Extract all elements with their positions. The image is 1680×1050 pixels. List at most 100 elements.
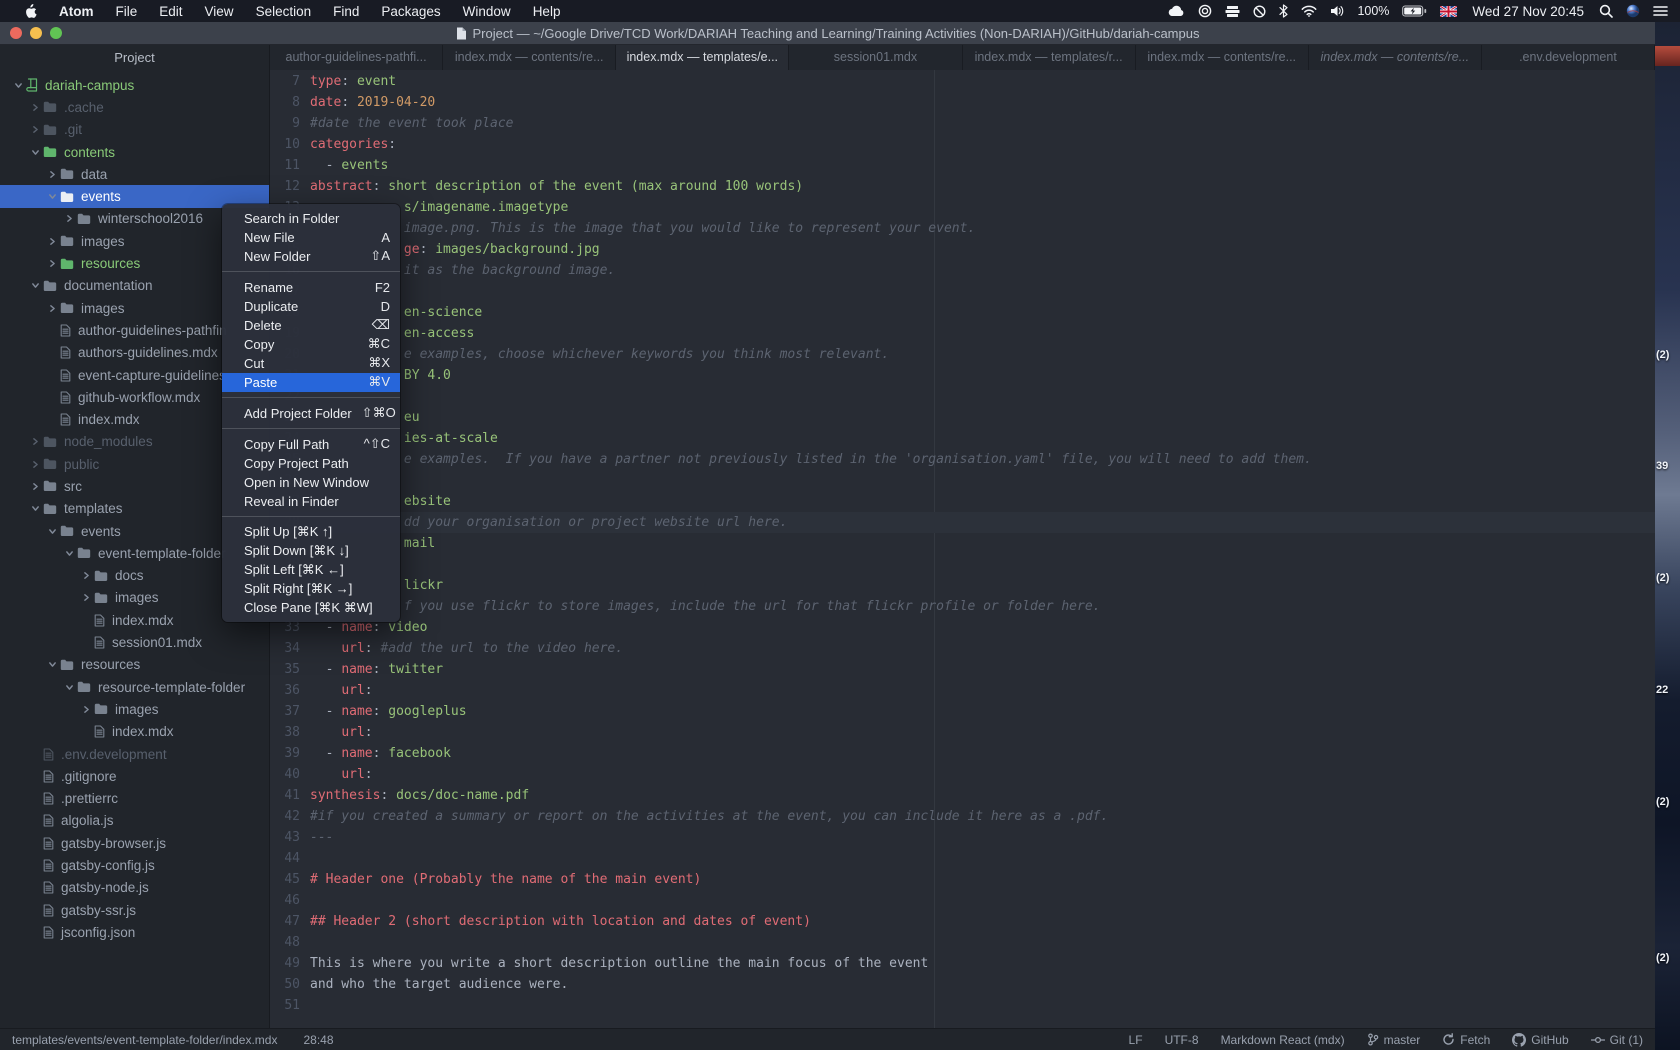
code-line-29[interactable]: 29 mail xyxy=(270,533,1655,554)
context-menu-item-cut[interactable]: Cut⌘X xyxy=(222,354,400,373)
text-editor[interactable]: 7type: event8date: 2019-04-209#date the … xyxy=(270,70,1655,1028)
slash-circle-icon[interactable] xyxy=(1253,5,1266,18)
status-item-fetch[interactable]: Fetch xyxy=(1442,1033,1490,1047)
tree-item-resource-template-folder[interactable]: resource-template-folder xyxy=(0,676,269,698)
desktop-icon-label[interactable]: (2) xyxy=(1656,572,1669,584)
editor-tab[interactable]: session01.mdx xyxy=(789,44,962,70)
window-title-bar[interactable]: Project — ~/Google Drive/TCD Work/DARIAH… xyxy=(0,22,1655,45)
menu-bar-clock[interactable]: Wed 27 Nov 20:45 xyxy=(1472,4,1584,19)
menu-bar-item-help[interactable]: Help xyxy=(533,4,561,19)
editor-tab[interactable]: index.mdx — templates/e... xyxy=(616,44,789,70)
code-line-33[interactable]: 33 - name: video xyxy=(270,617,1655,638)
chevron-down-icon[interactable] xyxy=(44,660,60,669)
close-window-button[interactable] xyxy=(10,27,22,39)
editor-tab[interactable]: index.mdx — contents/re... xyxy=(1309,44,1482,70)
status-item-github[interactable]: GitHub xyxy=(1512,1033,1568,1047)
tree-item-.cache[interactable]: .cache xyxy=(0,96,269,118)
tree-item-contents[interactable]: contents xyxy=(0,141,269,163)
notification-list-icon[interactable] xyxy=(1653,5,1668,17)
tree-item-images[interactable]: images xyxy=(0,698,269,720)
code-line-34[interactable]: 34 url: #add the url to the video here. xyxy=(270,638,1655,659)
code-line-18[interactable]: 18 en-science xyxy=(270,302,1655,323)
context-menu-item-split-right-k[interactable]: Split Right [⌘K →] xyxy=(222,580,400,599)
context-menu-item-split-left-k[interactable]: Split Left [⌘K ←] xyxy=(222,561,400,580)
tree-item-gatsby-node.js[interactable]: gatsby-node.js xyxy=(0,877,269,899)
chevron-down-icon[interactable] xyxy=(61,683,77,692)
desktop-icon-label[interactable]: (2) xyxy=(1656,952,1669,964)
editor-tab[interactable]: index.mdx — contents/re... xyxy=(1136,44,1309,70)
code-line-48[interactable]: 48 xyxy=(270,932,1655,953)
editor-tab[interactable]: author-guidelines-pathfi... xyxy=(270,44,443,70)
code-line-26[interactable]: 26 xyxy=(270,470,1655,491)
desktop-icon-label[interactable]: (2) xyxy=(1656,349,1669,361)
code-line-46[interactable]: 46 xyxy=(270,890,1655,911)
chevron-down-icon[interactable] xyxy=(10,81,26,90)
chevron-down-icon[interactable] xyxy=(27,504,43,513)
code-line-25[interactable]: 25 e examples. If you have a partner not… xyxy=(270,449,1655,470)
tree-item-gatsby-browser.js[interactable]: gatsby-browser.js xyxy=(0,832,269,854)
chevron-down-icon[interactable] xyxy=(44,192,60,201)
chevron-right-icon[interactable] xyxy=(27,103,43,112)
code-line-9[interactable]: 9#date the event took place xyxy=(270,113,1655,134)
context-menu-item-copy[interactable]: Copy⌘C xyxy=(222,335,400,354)
chevron-right-icon[interactable] xyxy=(44,304,60,313)
menu-bar-item-packages[interactable]: Packages xyxy=(381,4,440,19)
stack-icon[interactable] xyxy=(1225,5,1240,18)
code-line-27[interactable]: 27 ebsite xyxy=(270,491,1655,512)
tree-item-data[interactable]: data xyxy=(0,163,269,185)
code-line-43[interactable]: 43--- xyxy=(270,827,1655,848)
menu-bar-item-view[interactable]: View xyxy=(205,4,234,19)
code-line-14[interactable]: 14 image.png. This is the image that you… xyxy=(270,218,1655,239)
chevron-right-icon[interactable] xyxy=(44,237,60,246)
tree-item-.env.development[interactable]: .env.development xyxy=(0,743,269,765)
menu-bar-item-file[interactable]: File xyxy=(116,4,138,19)
chevron-down-icon[interactable] xyxy=(44,527,60,536)
spotlight-icon[interactable] xyxy=(1599,4,1613,18)
keyboard-flag-icon[interactable] xyxy=(1440,6,1457,17)
context-menu-item-delete[interactable]: Delete⌫ xyxy=(222,316,400,335)
code-line-28[interactable]: 28 dd your organisation or project websi… xyxy=(270,512,1655,533)
code-line-19[interactable]: 19 en-access xyxy=(270,323,1655,344)
context-menu-item-add-project-folder[interactable]: Add Project Folder⇧⌘O xyxy=(222,404,400,423)
status-item-git-1[interactable]: Git (1) xyxy=(1591,1033,1643,1047)
context-menu-item-split-down-k[interactable]: Split Down [⌘K ↓] xyxy=(222,542,400,561)
code-line-30[interactable]: 30 xyxy=(270,554,1655,575)
chevron-right-icon[interactable] xyxy=(27,437,43,446)
context-menu-item-open-in-new-window[interactable]: Open in New Window xyxy=(222,473,400,492)
context-menu-item-copy-project-path[interactable]: Copy Project Path xyxy=(222,454,400,473)
chevron-right-icon[interactable] xyxy=(61,214,77,223)
status-item-utf-8[interactable]: UTF-8 xyxy=(1165,1033,1199,1047)
zoom-window-button[interactable] xyxy=(50,27,62,39)
volume-icon[interactable] xyxy=(1330,5,1344,17)
chevron-down-icon[interactable] xyxy=(27,148,43,157)
editor-tab[interactable]: .env.development xyxy=(1482,44,1655,70)
code-line-17[interactable]: 17 xyxy=(270,281,1655,302)
context-menu-item-search-in-folder[interactable]: Search in Folder xyxy=(222,209,400,228)
status-cursor-position[interactable]: 28:48 xyxy=(303,1033,333,1047)
tree-item-jsconfig.json[interactable]: jsconfig.json xyxy=(0,921,269,943)
desktop-icon-label[interactable]: (2) xyxy=(1656,796,1669,808)
tree-item-session01.mdx[interactable]: session01.mdx xyxy=(0,631,269,653)
code-line-11[interactable]: 11 - events xyxy=(270,155,1655,176)
code-line-10[interactable]: 10categories: xyxy=(270,134,1655,155)
code-line-47[interactable]: 47## Header 2 (short description with lo… xyxy=(270,911,1655,932)
tree-item-.gitignore[interactable]: .gitignore xyxy=(0,765,269,787)
code-line-45[interactable]: 45# Header one (Probably the name of the… xyxy=(270,869,1655,890)
context-menu-item-close-pane-k-w[interactable]: Close Pane [⌘K ⌘W] xyxy=(222,599,400,618)
code-line-15[interactable]: 15 ge: images/background.jpg xyxy=(270,239,1655,260)
sphere-icon[interactable] xyxy=(1626,4,1640,18)
creative-cloud-icon[interactable] xyxy=(1198,4,1212,18)
menu-bar-item-find[interactable]: Find xyxy=(333,4,359,19)
chevron-right-icon[interactable] xyxy=(78,571,94,580)
battery-icon[interactable] xyxy=(1402,5,1427,17)
code-line-31[interactable]: 31 lickr xyxy=(270,575,1655,596)
context-menu-item-rename[interactable]: RenameF2 xyxy=(222,278,400,297)
tree-item-.prettierrc[interactable]: .prettierrc xyxy=(0,788,269,810)
code-line-24[interactable]: 24 ies-at-scale xyxy=(270,428,1655,449)
minimize-window-button[interactable] xyxy=(30,27,42,39)
context-menu-item-reveal-in-finder[interactable]: Reveal in Finder xyxy=(222,492,400,511)
chevron-right-icon[interactable] xyxy=(27,460,43,469)
code-line-32[interactable]: 32 f you use flickr to store images, inc… xyxy=(270,596,1655,617)
code-line-20[interactable]: 20 e examples, choose whichever keywords… xyxy=(270,344,1655,365)
code-line-42[interactable]: 42#if you created a summary or report on… xyxy=(270,806,1655,827)
